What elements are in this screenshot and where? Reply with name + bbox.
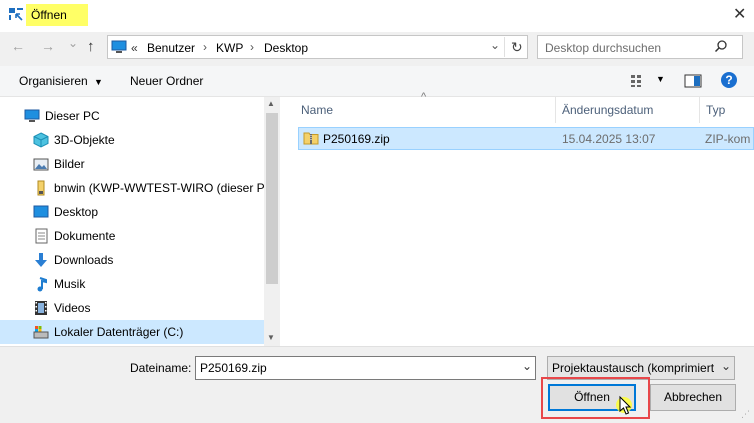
- close-button[interactable]: ✕: [733, 4, 746, 24]
- sidebar-item-bnwin[interactable]: bnwin (KWP-WWTEST-WIRO (dieser PC): [0, 176, 277, 200]
- scroll-up-icon[interactable]: ▲: [267, 99, 275, 108]
- sidebar-item-label: bnwin (KWP-WWTEST-WIRO (dieser PC): [54, 181, 278, 195]
- filename-label: Dateiname:: [130, 361, 192, 375]
- desktop-icon: [33, 205, 49, 218]
- sidebar-item-desktop[interactable]: Desktop: [0, 200, 264, 224]
- sidebar-item-label: 3D-Objekte: [54, 133, 115, 147]
- resize-grip-icon[interactable]: ⋰: [741, 409, 750, 420]
- help-icon[interactable]: ?: [721, 72, 737, 88]
- scrollbar-thumb[interactable]: [266, 113, 278, 284]
- navigation-pane[interactable]: Dieser PC 3D-Objekte Bilder bnwin (KWP-W…: [0, 97, 277, 346]
- chevron-down-icon: ▼: [94, 77, 103, 87]
- search-icon[interactable]: [714, 39, 728, 53]
- zip-folder-icon: [303, 132, 319, 145]
- forward-button[interactable]: →: [41, 38, 55, 54]
- dialog-app-icon: [9, 8, 23, 21]
- usb-drive-icon: [37, 180, 45, 196]
- organize-menu[interactable]: Organisieren ▼: [19, 74, 103, 88]
- videos-icon: [35, 301, 47, 315]
- recent-locations-dropdown[interactable]: ⌄: [68, 36, 78, 50]
- cube-icon: [33, 132, 49, 148]
- view-options-icon[interactable]: [630, 74, 646, 88]
- pictures-icon: [33, 158, 49, 171]
- breadcrumb-desktop[interactable]: Desktop: [264, 41, 308, 55]
- column-header-date[interactable]: Änderungsdatum: [562, 103, 653, 117]
- up-button[interactable]: ↑: [87, 38, 95, 55]
- breadcrumb-overflow[interactable]: «: [131, 41, 138, 55]
- sidebar-item-label: Downloads: [54, 253, 114, 267]
- file-date: 15.04.2025 13:07: [562, 132, 656, 146]
- sidebar-item-label: Musik: [54, 277, 86, 291]
- sort-ascending-icon: ^: [421, 91, 427, 103]
- file-type-filter-value: Projektaustausch (komprimiert: [552, 361, 715, 375]
- sidebar-item-lokaler-datentraeger[interactable]: Lokaler Datenträger (C:): [0, 320, 264, 344]
- sidebar-item-dieser-pc[interactable]: Dieser PC: [0, 104, 264, 128]
- sidebar-item-label: Desktop: [54, 205, 99, 219]
- sidebar-item-videos[interactable]: Videos: [0, 296, 264, 320]
- filename-value: P250169.zip: [200, 361, 267, 375]
- sidebar-item-bilder[interactable]: Bilder: [0, 152, 264, 176]
- scroll-down-icon[interactable]: ▼: [267, 333, 275, 342]
- sidebar-item-downloads[interactable]: Downloads: [0, 248, 264, 272]
- music-icon: [37, 277, 47, 292]
- organize-label: Organisieren: [19, 74, 88, 88]
- sidebar-item-label: Dieser PC: [45, 109, 100, 123]
- breadcrumb-kwp[interactable]: KWP: [216, 41, 243, 55]
- cancel-button[interactable]: Abbrechen: [650, 384, 736, 411]
- title-bar: [0, 0, 754, 32]
- pane-splitter[interactable]: [280, 97, 287, 346]
- column-header-name[interactable]: Name: [301, 103, 333, 117]
- mouse-cursor-icon: [616, 395, 632, 415]
- filename-history-dropdown[interactable]: ⌄: [522, 359, 532, 373]
- dialog-title: Öffnen: [31, 8, 67, 22]
- downloads-icon: [35, 253, 47, 267]
- refresh-button[interactable]: ↻: [511, 39, 523, 56]
- sidebar-item-musik[interactable]: Musik: [0, 272, 264, 296]
- computer-icon: [24, 109, 40, 122]
- documents-icon: [35, 228, 48, 244]
- computer-icon: [111, 40, 127, 53]
- sidebar-item-dokumente[interactable]: Dokumente: [0, 224, 264, 248]
- breadcrumb-separator[interactable]: ›: [250, 40, 254, 54]
- sidebar-item-label: Bilder: [54, 157, 85, 171]
- footer-divider: [0, 346, 754, 347]
- column-separator[interactable]: [699, 97, 700, 123]
- address-divider: [504, 37, 505, 57]
- column-header-type[interactable]: Typ: [706, 103, 725, 117]
- back-button[interactable]: ←: [11, 38, 25, 54]
- breadcrumb-separator[interactable]: ›: [203, 40, 207, 54]
- chevron-down-icon[interactable]: ⌄: [721, 359, 731, 373]
- preview-pane-icon[interactable]: [684, 73, 702, 89]
- new-folder-button[interactable]: Neuer Ordner: [130, 74, 203, 88]
- view-dropdown-icon[interactable]: ▼: [656, 74, 665, 84]
- drive-icon: [33, 326, 49, 339]
- address-history-dropdown[interactable]: ⌄: [490, 38, 500, 52]
- file-type: ZIP-kom: [705, 132, 751, 146]
- sidebar-item-3d-objekte[interactable]: 3D-Objekte: [0, 128, 264, 152]
- column-separator[interactable]: [555, 97, 556, 123]
- search-placeholder: Desktop durchsuchen: [545, 41, 662, 55]
- file-name: P250169.zip: [323, 132, 390, 146]
- breadcrumb-benutzer[interactable]: Benutzer: [147, 41, 195, 55]
- sidebar-item-label: Videos: [54, 301, 91, 315]
- sidebar-item-label: Dokumente: [54, 229, 116, 243]
- sidebar-item-label: Lokaler Datenträger (C:): [54, 325, 184, 339]
